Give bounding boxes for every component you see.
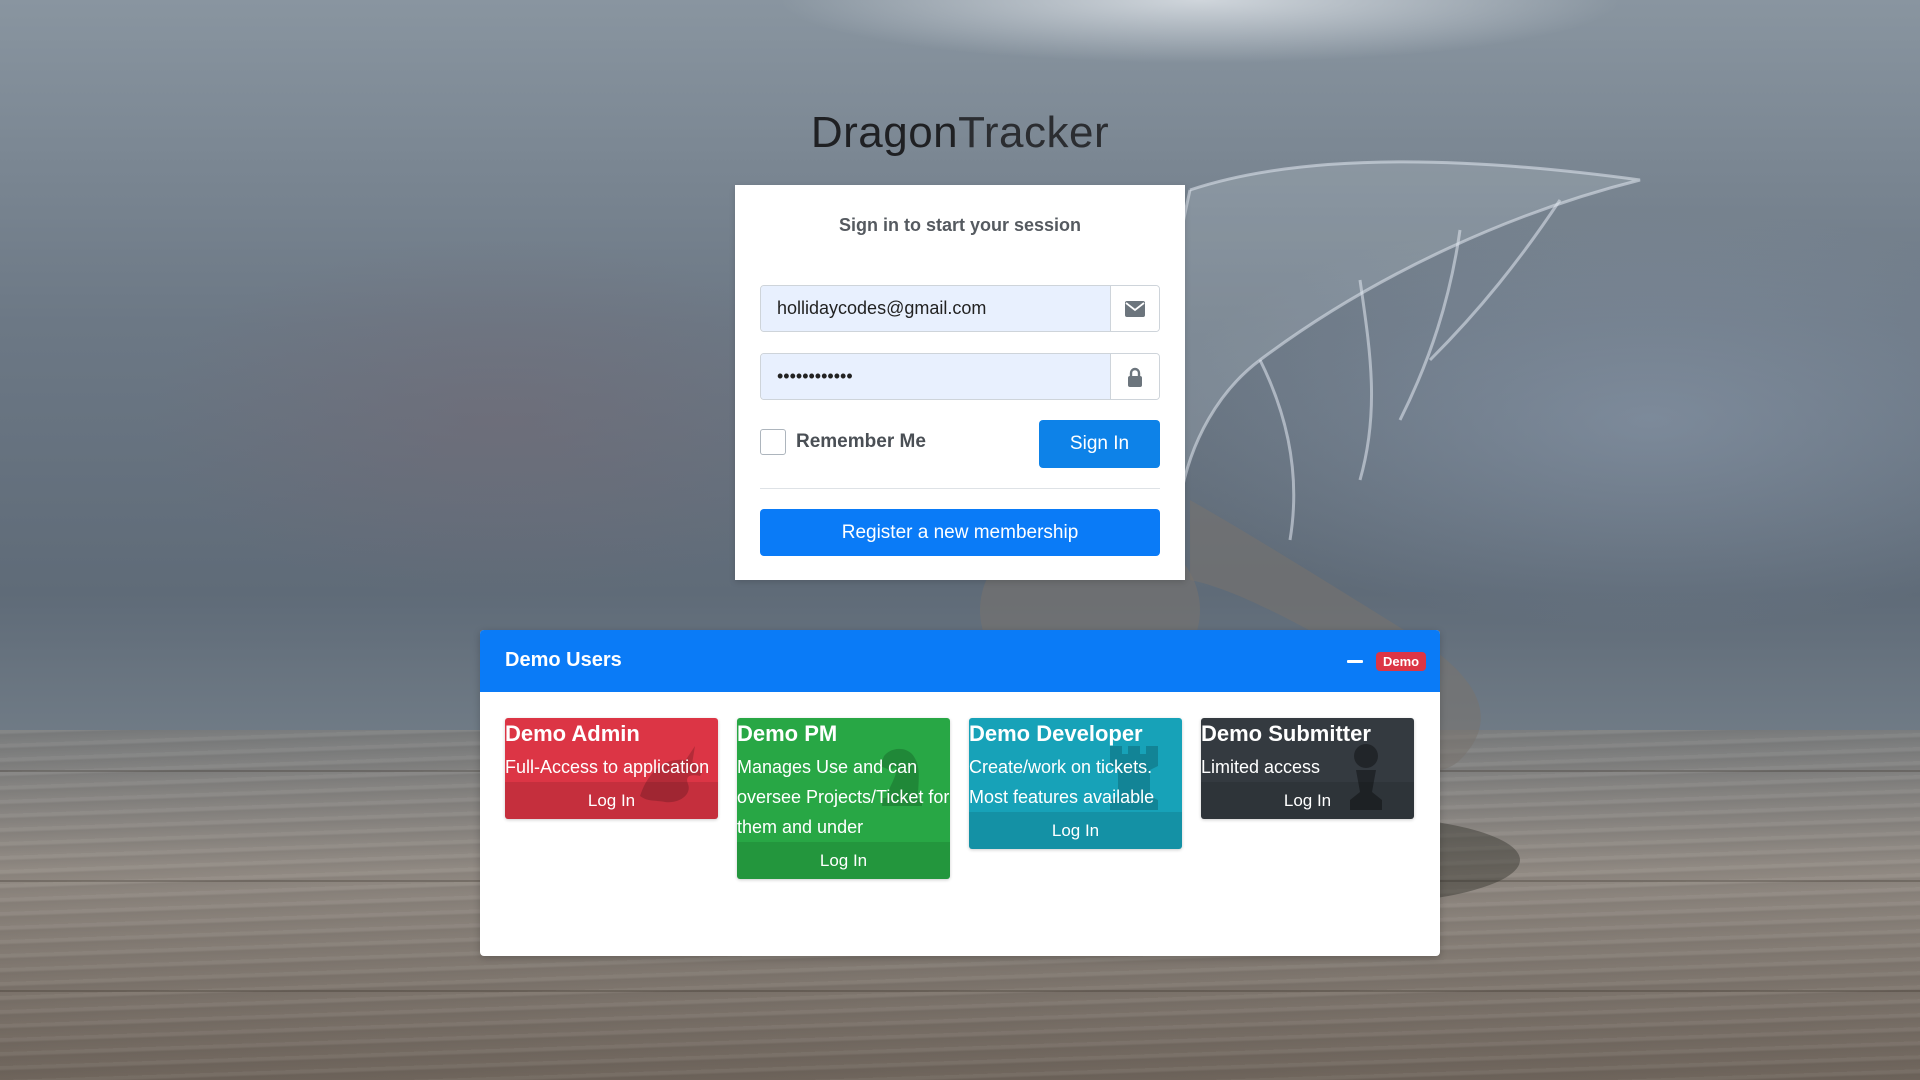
tile-body: Demo Submitter Limited access Log In <box>1201 718 1414 819</box>
remember-me: Remember Me <box>760 429 926 455</box>
tile-description: Limited access <box>1201 757 1321 777</box>
demo-developer-login-button[interactable]: Log In <box>969 812 1182 849</box>
tile-title: Demo PM <box>737 721 838 746</box>
demo-pm-login-button[interactable]: Log In <box>737 842 950 879</box>
demo-badge: Demo <box>1376 652 1427 671</box>
demo-pm-tile: Demo PM Manages Use and can oversee Proj… <box>737 718 950 879</box>
remember-me-checkbox[interactable] <box>760 429 786 455</box>
tile-title: Demo Developer <box>969 721 1143 746</box>
demo-users-header: Demo Users Demo <box>480 630 1440 692</box>
demo-submitter-tile: Demo Submitter Limited access Log In <box>1201 718 1414 819</box>
email-addon <box>1110 286 1159 331</box>
tile-title: Demo Admin <box>505 721 640 746</box>
app-logo: DragonTracker <box>0 108 1920 158</box>
logo-text-primary: Dragon <box>810 108 959 157</box>
tile-body: Demo PM Manages Use and can oversee Proj… <box>737 718 950 879</box>
lock-icon <box>1128 367 1142 387</box>
collapse-button[interactable] <box>1344 650 1366 672</box>
logo-text-secondary: Tracker <box>958 108 1110 157</box>
remember-me-label[interactable]: Remember Me <box>796 431 926 453</box>
tile-body: Demo Admin Full-Access to application Lo… <box>505 718 718 819</box>
demo-submitter-login-button[interactable]: Log In <box>1201 782 1414 819</box>
email-input[interactable] <box>761 286 1110 331</box>
tile-description: Manages Use and can oversee Projects/Tic… <box>737 757 950 837</box>
email-input-group <box>760 285 1160 332</box>
sign-in-button[interactable]: Sign In <box>1039 420 1160 468</box>
tile-description: Full-Access to application <box>505 757 710 777</box>
demo-users-title: Demo Users <box>505 649 622 671</box>
password-input-group <box>760 353 1160 400</box>
register-button[interactable]: Register a new membership <box>760 509 1160 556</box>
demo-admin-tile: Demo Admin Full-Access to application Lo… <box>505 718 718 819</box>
tile-body: Demo Developer Create/work on tickets. M… <box>969 718 1182 849</box>
demo-developer-tile: Demo Developer Create/work on tickets. M… <box>969 718 1182 849</box>
demo-admin-login-button[interactable]: Log In <box>505 782 718 819</box>
table-plank-line <box>0 990 1920 992</box>
minus-icon <box>1347 659 1363 663</box>
envelope-icon <box>1125 300 1145 317</box>
demo-users-panel: Demo Users Demo Demo Admin Full-Access t… <box>480 630 1440 956</box>
login-message: Sign in to start your session <box>838 215 1082 235</box>
login-divider <box>760 488 1160 489</box>
password-input[interactable] <box>761 354 1110 399</box>
login-card: Sign in to start your session Remember M… <box>735 185 1185 580</box>
tile-description: Create/work on tickets. Most features av… <box>969 757 1155 807</box>
password-addon <box>1110 354 1159 399</box>
tile-title: Demo Submitter <box>1201 721 1371 746</box>
